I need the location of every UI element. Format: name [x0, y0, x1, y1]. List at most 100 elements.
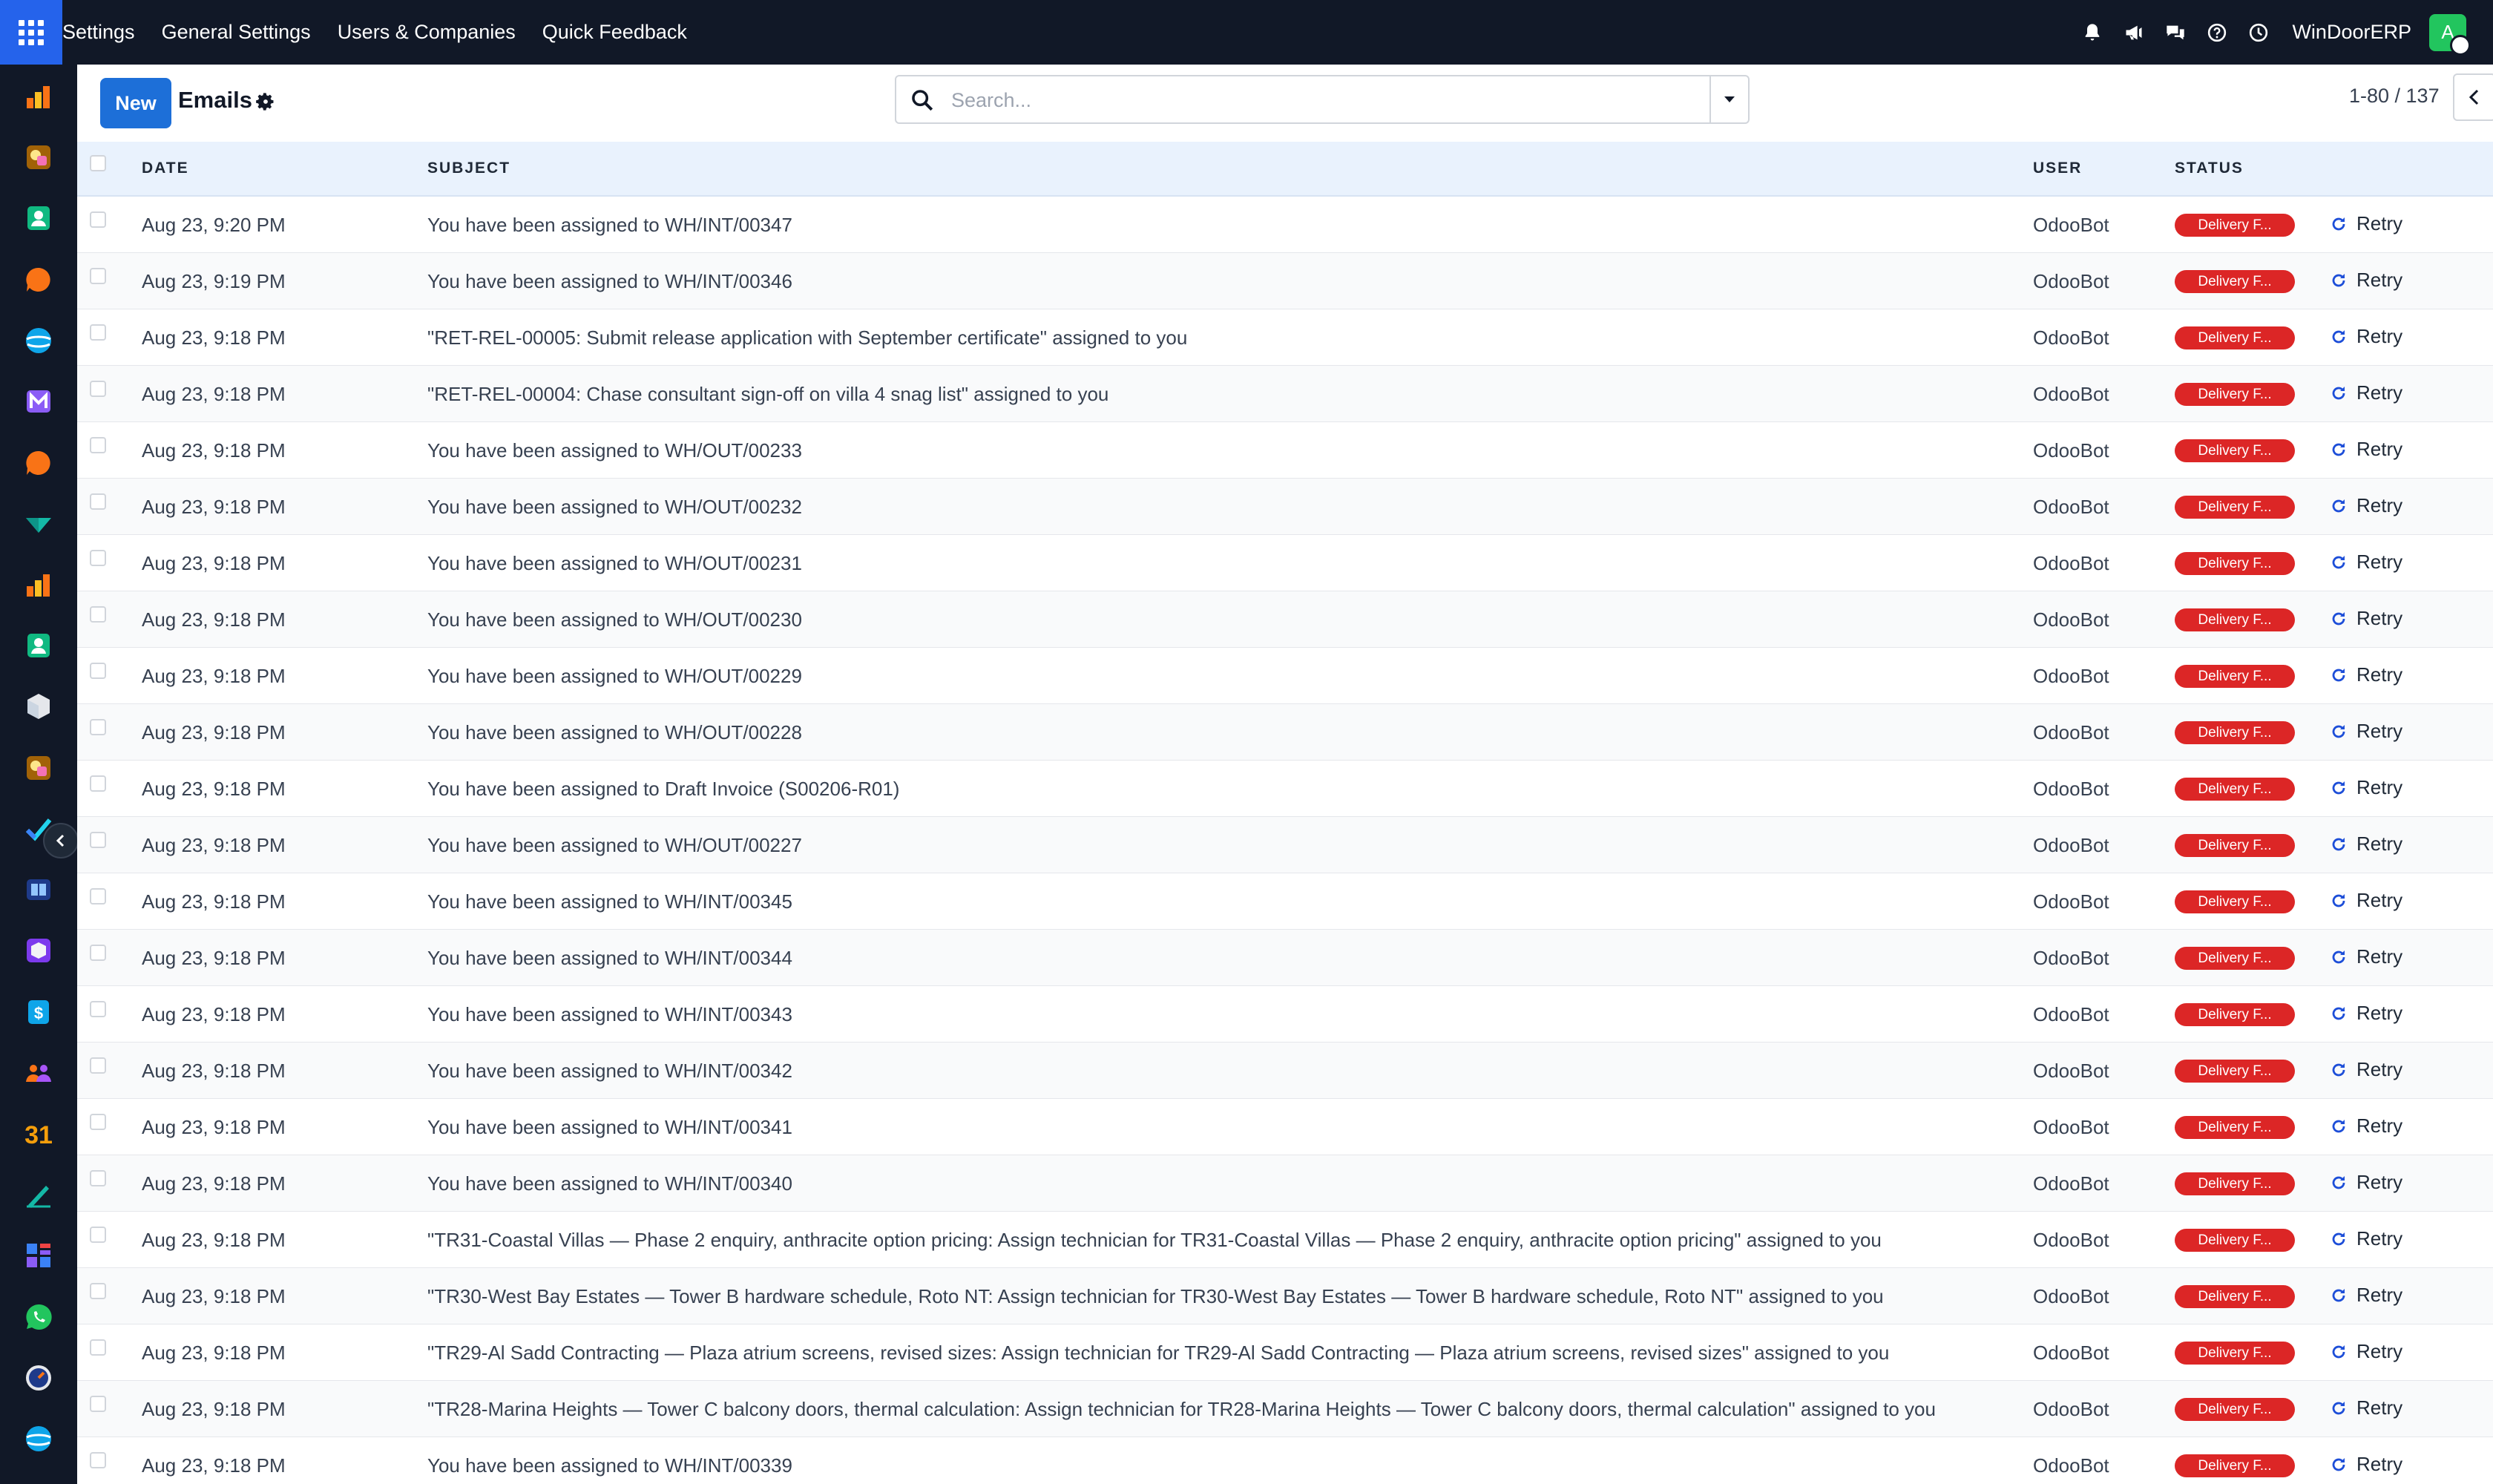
retry-button[interactable]: Retry: [2330, 1002, 2402, 1025]
retry-button[interactable]: Retry: [2330, 1114, 2402, 1137]
table-row[interactable]: Aug 23, 9:18 PM "RET-REL-00004: Chase con…: [77, 366, 2493, 422]
sign-icon[interactable]: [24, 1180, 53, 1209]
table-row[interactable]: Aug 23, 9:18 PM You have been assigned to…: [77, 1155, 2493, 1212]
retry-button[interactable]: Retry: [2330, 1058, 2402, 1081]
select-all-checkbox[interactable]: [90, 155, 106, 171]
row-checkbox[interactable]: [90, 324, 106, 341]
contacts-icon[interactable]: [24, 203, 53, 233]
row-checkbox[interactable]: [90, 1283, 106, 1299]
user-avatar[interactable]: A: [2429, 13, 2471, 56]
retry-button[interactable]: Retry: [2330, 889, 2402, 912]
menu-quick-feedback[interactable]: Quick Feedback: [542, 21, 687, 44]
table-row[interactable]: Aug 23, 9:18 PM You have been assigned to…: [77, 535, 2493, 591]
column-header-date[interactable]: DATE: [142, 160, 189, 177]
table-row[interactable]: Aug 23, 9:18 PM "TR31-Coastal Villas — Ph…: [77, 1212, 2493, 1268]
row-checkbox[interactable]: [90, 268, 106, 284]
row-checkbox[interactable]: [90, 1227, 106, 1243]
retry-button[interactable]: Retry: [2330, 1396, 2402, 1419]
sales-icon[interactable]: [24, 142, 53, 172]
menu-settings[interactable]: Settings: [62, 21, 135, 44]
table-row[interactable]: Aug 23, 9:18 PM You have been assigned to…: [77, 479, 2493, 535]
megaphone-icon[interactable]: [2121, 20, 2147, 45]
row-checkbox[interactable]: [90, 1396, 106, 1412]
products-icon[interactable]: [24, 692, 53, 721]
discuss-icon[interactable]: [24, 448, 53, 478]
row-checkbox[interactable]: [90, 1057, 106, 1074]
table-row[interactable]: Aug 23, 9:20 PM You have been assigned to…: [77, 197, 2493, 253]
row-checkbox[interactable]: [90, 832, 106, 848]
invoicing-icon[interactable]: $: [24, 997, 53, 1027]
row-checkbox[interactable]: [90, 775, 106, 792]
sidebar-collapse-button[interactable]: [43, 823, 79, 858]
table-row[interactable]: Aug 23, 9:18 PM You have been assigned to…: [77, 648, 2493, 704]
retry-button[interactable]: Retry: [2330, 1453, 2402, 1476]
email-marketing-icon[interactable]: [24, 387, 53, 416]
chat-icon[interactable]: [2163, 20, 2188, 45]
menu-general-settings[interactable]: General Settings: [162, 21, 311, 44]
retry-button[interactable]: Retry: [2330, 607, 2402, 630]
table-row[interactable]: Aug 23, 9:18 PM You have been assigned to…: [77, 817, 2493, 873]
knowledge-icon[interactable]: [24, 875, 53, 904]
retry-button[interactable]: Retry: [2330, 945, 2402, 968]
row-checkbox[interactable]: [90, 1001, 106, 1017]
row-checkbox[interactable]: [90, 1114, 106, 1130]
table-row[interactable]: Aug 23, 9:18 PM You have been assigned to…: [77, 873, 2493, 930]
row-checkbox[interactable]: [90, 381, 106, 397]
table-row[interactable]: Aug 23, 9:18 PM You have been assigned to…: [77, 422, 2493, 479]
purchase-icon[interactable]: [24, 509, 53, 539]
retry-button[interactable]: Retry: [2330, 325, 2402, 348]
inventory-icon[interactable]: [24, 570, 53, 600]
inventory-box-icon[interactable]: [24, 936, 53, 965]
table-row[interactable]: Aug 23, 9:18 PM You have been assigned to…: [77, 986, 2493, 1043]
clock-icon[interactable]: [2246, 20, 2271, 45]
discuss-icon[interactable]: [24, 265, 53, 295]
app-menu-button[interactable]: [0, 0, 62, 65]
retry-button[interactable]: Retry: [2330, 1171, 2402, 1194]
website-icon[interactable]: [24, 1424, 53, 1454]
table-row[interactable]: Aug 23, 9:18 PM "RET-REL-00005: Submit re…: [77, 309, 2493, 366]
row-checkbox[interactable]: [90, 1339, 106, 1356]
contacts-icon[interactable]: [24, 631, 53, 660]
retry-button[interactable]: Retry: [2330, 720, 2402, 743]
retry-button[interactable]: Retry: [2330, 663, 2402, 686]
row-checkbox[interactable]: [90, 606, 106, 623]
table-row[interactable]: Aug 23, 9:18 PM You have been assigned to…: [77, 704, 2493, 761]
retry-button[interactable]: Retry: [2330, 776, 2402, 799]
help-icon[interactable]: [2204, 20, 2230, 45]
search-input[interactable]: [950, 82, 1695, 118]
table-row[interactable]: Aug 23, 9:18 PM You have been assigned to…: [77, 591, 2493, 648]
table-row[interactable]: Aug 23, 9:18 PM "TR28-Marina Heights — To…: [77, 1381, 2493, 1437]
retry-button[interactable]: Retry: [2330, 212, 2402, 235]
sales-icon[interactable]: [24, 753, 53, 783]
search-options-toggle[interactable]: [1709, 76, 1748, 122]
row-checkbox[interactable]: [90, 719, 106, 735]
menu-users-companies[interactable]: Users & Companies: [338, 21, 516, 44]
table-row[interactable]: Aug 23, 9:18 PM You have been assigned to…: [77, 1099, 2493, 1155]
retry-button[interactable]: Retry: [2330, 1284, 2402, 1307]
column-header-status[interactable]: STATUS: [2175, 160, 2244, 177]
pager-previous-button[interactable]: [2453, 73, 2493, 121]
retry-button[interactable]: Retry: [2330, 1227, 2402, 1250]
retry-button[interactable]: Retry: [2330, 551, 2402, 574]
table-row[interactable]: Aug 23, 9:18 PM "TR29-Al Sadd Contracting…: [77, 1324, 2493, 1381]
pager-value[interactable]: 1-80 / 137: [2349, 85, 2440, 108]
gear-icon[interactable]: [255, 91, 276, 112]
bell-icon[interactable]: [2080, 20, 2105, 45]
employees-icon[interactable]: [24, 1058, 53, 1088]
whatsapp-icon[interactable]: [24, 1302, 53, 1332]
row-checkbox[interactable]: [90, 1170, 106, 1186]
row-checkbox[interactable]: [90, 663, 106, 679]
retry-button[interactable]: Retry: [2330, 1340, 2402, 1363]
column-header-subject[interactable]: SUBJECT: [427, 160, 510, 177]
retry-button[interactable]: Retry: [2330, 438, 2402, 461]
column-header-user[interactable]: USER: [2033, 160, 2082, 177]
table-row[interactable]: Aug 23, 9:18 PM You have been assigned to…: [77, 1043, 2493, 1099]
timesheets-icon[interactable]: [24, 1363, 53, 1393]
calendar-icon[interactable]: 31: [24, 1119, 53, 1149]
row-checkbox[interactable]: [90, 437, 106, 453]
dashboards-icon[interactable]: [24, 1241, 53, 1270]
row-checkbox[interactable]: [90, 493, 106, 510]
table-row[interactable]: Aug 23, 9:18 PM "TR30-West Bay Estates — …: [77, 1268, 2493, 1324]
table-row[interactable]: Aug 23, 9:18 PM You have been assigned to…: [77, 761, 2493, 817]
row-checkbox[interactable]: [90, 1452, 106, 1468]
